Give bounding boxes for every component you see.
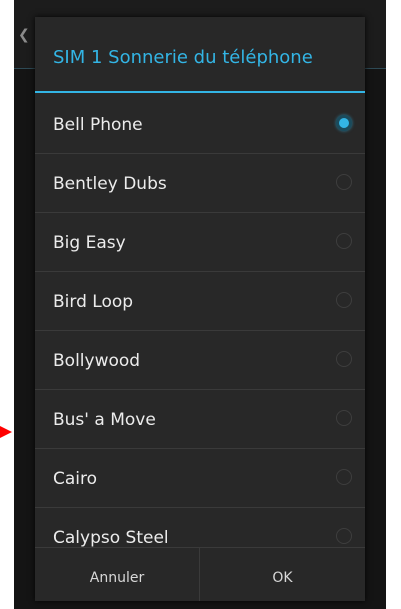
ringtone-item[interactable]: Big Easy <box>35 213 365 272</box>
ringtone-item[interactable]: Bollywood <box>35 331 365 390</box>
dialog-title: SIM 1 Sonnerie du téléphone <box>35 17 365 93</box>
radio-unselected-icon[interactable] <box>336 292 352 308</box>
back-arrow-icon[interactable]: ❮ <box>18 28 30 42</box>
radio-selected-icon[interactable] <box>336 115 352 131</box>
radio-unselected-icon[interactable] <box>336 351 352 367</box>
ringtone-item[interactable]: Cairo <box>35 449 365 508</box>
ringtone-list: Bell Phone Bentley Dubs Big Easy Bird Lo… <box>35 95 365 547</box>
cancel-button[interactable]: Annuler <box>35 548 200 601</box>
ringtone-label: Bollywood <box>53 351 141 371</box>
ringtone-label: Calypso Steel <box>53 528 169 547</box>
ringtone-item[interactable]: Bus' a Move <box>35 390 365 449</box>
ringtone-label: Big Easy <box>53 233 126 253</box>
phone-screen: ❮ SIM 1 Sonnerie du téléphone Bell Phone… <box>14 0 386 609</box>
ringtone-label: Bentley Dubs <box>53 174 167 194</box>
ringtone-dialog: SIM 1 Sonnerie du téléphone Bell Phone B… <box>35 17 365 601</box>
radio-unselected-icon[interactable] <box>336 233 352 249</box>
ringtone-item[interactable]: Bentley Dubs <box>35 154 365 213</box>
dialog-button-bar: Annuler OK <box>35 547 365 601</box>
ringtone-label: Bell Phone <box>53 115 143 135</box>
ringtone-item[interactable]: Bell Phone <box>35 95 365 154</box>
radio-unselected-icon[interactable] <box>336 174 352 190</box>
ok-button[interactable]: OK <box>200 548 365 601</box>
ringtone-label: Bus' a Move <box>53 410 156 430</box>
ringtone-label: Bird Loop <box>53 292 134 312</box>
ringtone-label: Cairo <box>53 469 98 489</box>
radio-unselected-icon[interactable] <box>336 469 352 485</box>
ringtone-item[interactable]: Calypso Steel <box>35 508 365 547</box>
radio-unselected-icon[interactable] <box>336 528 352 544</box>
ringtone-item[interactable]: Bird Loop <box>35 272 365 331</box>
annotation-arrow-icon <box>0 426 12 438</box>
radio-unselected-icon[interactable] <box>336 410 352 426</box>
